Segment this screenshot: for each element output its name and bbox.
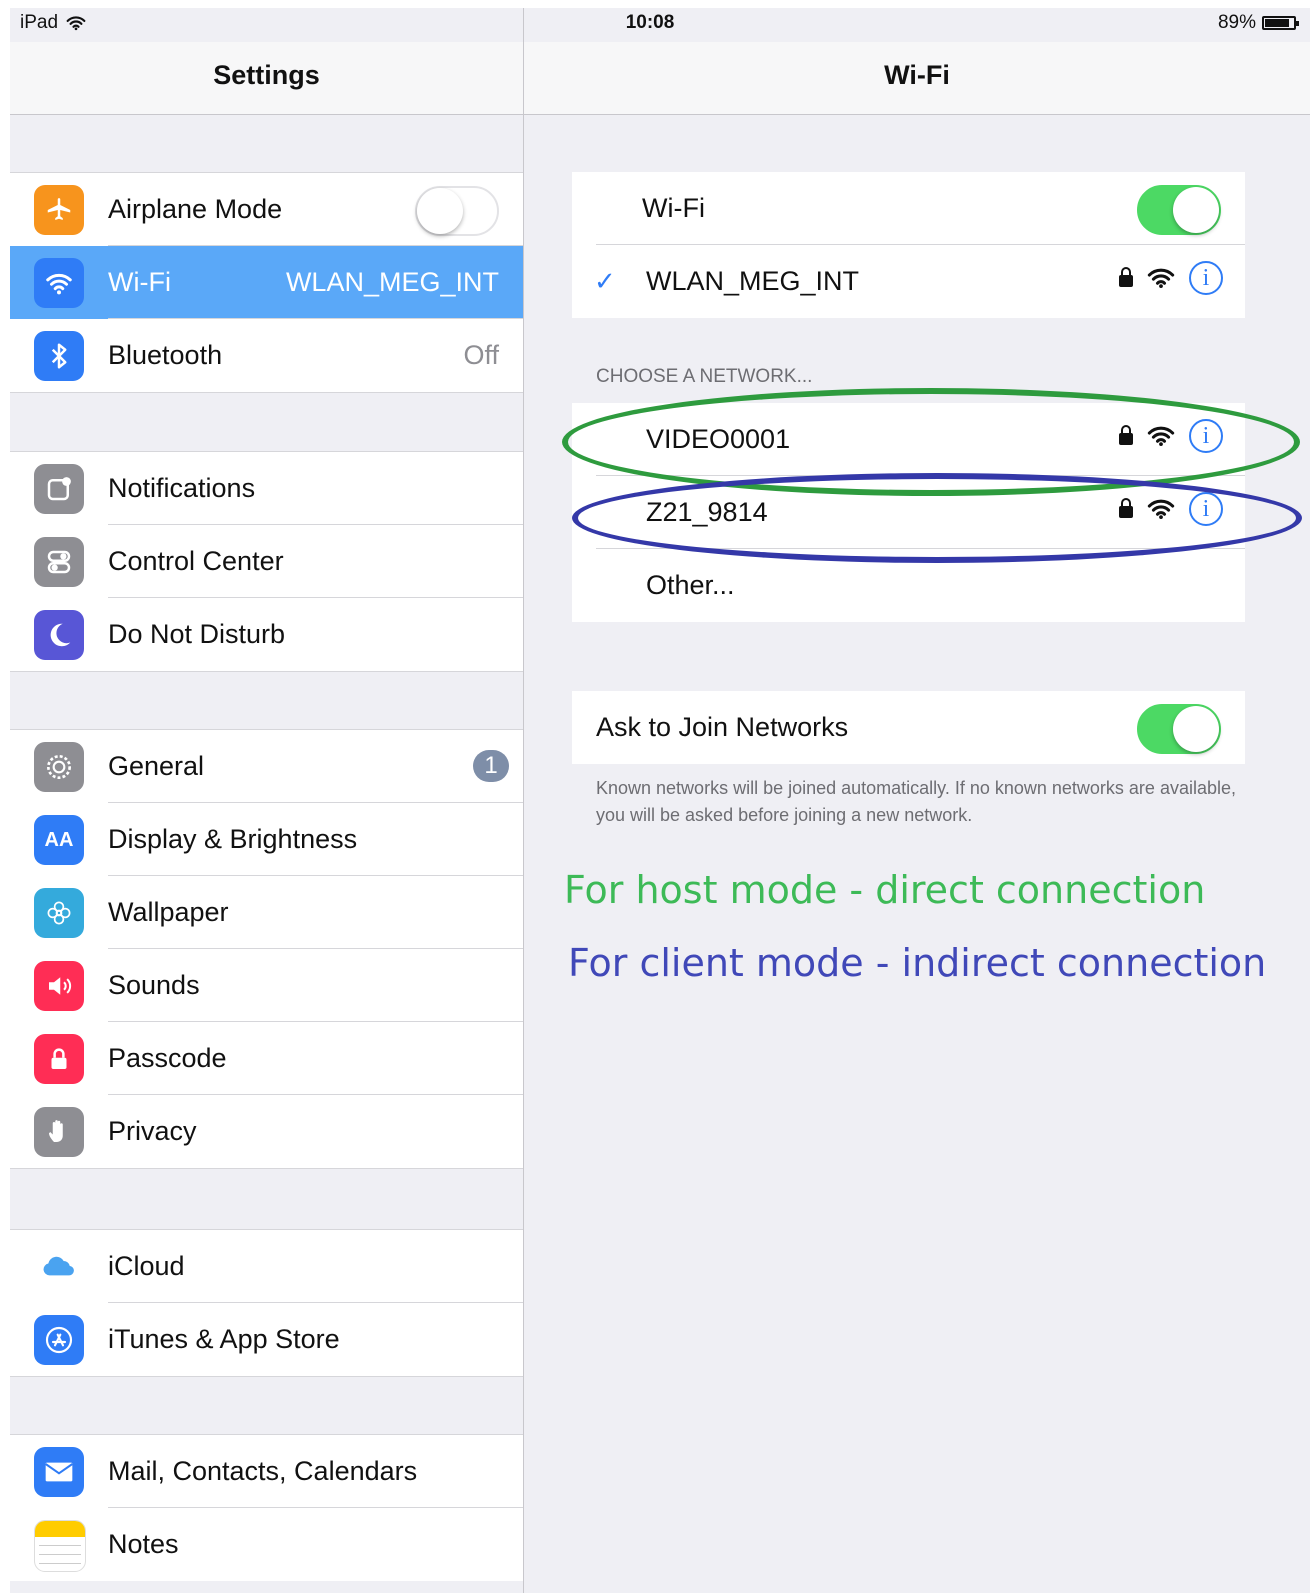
settings-pane: Settings Airplane Mode Wi-Fi WLAN_MEG_IN…	[10, 8, 524, 1593]
settings-item-mail-contacts-calendars[interactable]: Mail, Contacts, Calendars	[10, 1435, 523, 1508]
settings-item-display-brightness[interactable]: AA Display & Brightness	[10, 803, 523, 876]
client-mode-annotation: For client mode - indirect connection	[568, 941, 1267, 985]
settings-item-privacy[interactable]: Privacy	[10, 1095, 523, 1168]
lock-icon	[1119, 425, 1133, 445]
connected-network-row[interactable]: ✓ WLAN_MEG_INT i	[572, 245, 1245, 318]
info-button[interactable]: i	[1189, 261, 1223, 295]
settings-item-wallpaper[interactable]: Wallpaper	[10, 876, 523, 949]
settings-group-general: General 1 AA Display & Brightness Wallpa…	[10, 729, 523, 1169]
moon-icon	[34, 610, 84, 660]
settings-item-notes[interactable]: Notes	[10, 1508, 523, 1581]
settings-item-airplane-mode[interactable]: Airplane Mode	[10, 173, 523, 246]
settings-group-apps: Mail, Contacts, Calendars Notes	[10, 1434, 523, 1581]
other-network-row[interactable]: Other...	[572, 549, 1245, 622]
display-icon: AA	[34, 815, 84, 865]
wifi-signal-icon	[1147, 268, 1175, 289]
settings-item-label: Privacy	[108, 1116, 197, 1146]
cloud-icon	[34, 1242, 84, 1292]
wifi-page-title: Wi-Fi	[884, 60, 950, 90]
network-row[interactable]: Z21_9814 i	[572, 476, 1245, 549]
settings-item-do-not-disturb[interactable]: Do Not Disturb	[10, 598, 523, 671]
settings-item-wifi[interactable]: Wi-Fi WLAN_MEG_INT	[10, 246, 523, 319]
settings-item-label: Sounds	[108, 970, 200, 1000]
battery-icon	[1262, 16, 1299, 30]
settings-item-label: Wi-Fi	[108, 267, 171, 297]
update-badge: 1	[473, 750, 509, 782]
wifi-navbar: Wi-Fi	[524, 42, 1310, 115]
settings-item-label: Do Not Disturb	[108, 619, 286, 649]
settings-item-label: Control Center	[108, 546, 284, 576]
settings-item-itunes-app-store[interactable]: iTunes & App Store	[10, 1303, 523, 1376]
app-store-icon	[34, 1315, 84, 1365]
settings-item-label: Wallpaper	[108, 897, 229, 927]
settings-item-label: Bluetooth	[108, 340, 223, 370]
settings-item-label: Display & Brightness	[108, 824, 358, 854]
wifi-detail-pane: Wi-Fi Wi-Fi ✓ WLAN_MEG_INT i CHOOSE A NE…	[524, 8, 1310, 1593]
wifi-signal-icon	[1147, 426, 1175, 447]
host-mode-annotation: For host mode - direct connection	[564, 868, 1206, 912]
ask-join-card: Ask to Join Networks	[572, 691, 1245, 764]
settings-item-control-center[interactable]: Control Center	[10, 525, 523, 598]
settings-item-label: Mail, Contacts, Calendars	[108, 1456, 418, 1486]
wifi-toggle[interactable]	[1137, 185, 1221, 235]
settings-item-label: General	[108, 751, 205, 781]
control-center-icon	[34, 537, 84, 587]
lock-icon	[1119, 267, 1133, 287]
settings-item-icloud[interactable]: iCloud	[10, 1230, 523, 1303]
settings-item-label: Notes	[108, 1529, 179, 1559]
network-name: Z21_9814	[646, 497, 768, 527]
checkmark-icon: ✓	[594, 266, 616, 296]
wifi-toggle-label: Wi-Fi	[642, 193, 705, 223]
ask-join-toggle[interactable]	[1137, 704, 1221, 754]
connected-network-name: WLAN_MEG_INT	[646, 266, 860, 296]
bluetooth-icon	[34, 331, 84, 381]
ask-join-description: Known networks will be joined automatica…	[596, 778, 1236, 825]
hand-icon	[34, 1107, 84, 1157]
notifications-icon	[34, 464, 84, 514]
network-name: VIDEO0001	[646, 424, 791, 454]
wallpaper-icon	[34, 888, 84, 938]
settings-item-label: Passcode	[108, 1043, 227, 1073]
settings-group-accounts: iCloud iTunes & App Store	[10, 1229, 523, 1377]
gear-icon	[34, 742, 84, 792]
settings-navbar: Settings	[10, 42, 523, 115]
settings-group-connectivity: Airplane Mode Wi-Fi WLAN_MEG_INT Bluetoo…	[10, 172, 523, 393]
settings-item-general[interactable]: General 1	[10, 730, 523, 803]
settings-item-label: iTunes & App Store	[108, 1324, 340, 1354]
ask-join-label: Ask to Join Networks	[596, 712, 849, 742]
wifi-toggle-row: Wi-Fi	[572, 172, 1245, 245]
info-button[interactable]: i	[1189, 419, 1223, 453]
lock-icon	[1119, 498, 1133, 518]
settings-item-bluetooth[interactable]: Bluetooth Off	[10, 319, 523, 392]
speaker-icon	[34, 961, 84, 1011]
clock: 10:08	[625, 12, 675, 33]
notes-icon	[34, 1520, 86, 1572]
wifi-network-value: WLAN_MEG_INT	[285, 267, 499, 297]
settings-title: Settings	[213, 60, 320, 90]
settings-item-label: Airplane Mode	[108, 194, 283, 224]
airplane-icon	[34, 185, 84, 235]
settings-item-label: Notifications	[108, 473, 256, 503]
settings-item-notifications[interactable]: Notifications	[10, 452, 523, 525]
airplane-mode-toggle[interactable]	[415, 186, 499, 236]
ask-join-row: Ask to Join Networks	[572, 691, 1245, 764]
lock-icon	[34, 1034, 84, 1084]
mail-icon	[34, 1447, 84, 1497]
other-network-label: Other...	[646, 570, 735, 600]
settings-item-sounds[interactable]: Sounds	[10, 949, 523, 1022]
settings-item-passcode[interactable]: Passcode	[10, 1022, 523, 1095]
settings-item-label: iCloud	[108, 1251, 185, 1281]
wifi-status-card: Wi-Fi ✓ WLAN_MEG_INT i	[572, 172, 1245, 318]
bluetooth-status-value: Off	[463, 340, 499, 370]
network-list-card: VIDEO0001 i Z21_9814 i Other...	[572, 403, 1245, 622]
status-bar: iPad 10:08 89%	[10, 8, 1310, 42]
ipad-screen: Settings Airplane Mode Wi-Fi WLAN_MEG_IN…	[10, 8, 1310, 1593]
battery-percent: 89%	[1217, 12, 1256, 33]
wifi-icon	[34, 258, 84, 308]
network-row[interactable]: VIDEO0001 i	[572, 403, 1245, 476]
info-button[interactable]: i	[1189, 492, 1223, 526]
choose-network-header: CHOOSE A NETWORK...	[596, 366, 813, 387]
wifi-signal-icon	[1147, 499, 1175, 520]
settings-group-notifications: Notifications Control Center Do Not Dist…	[10, 451, 523, 672]
